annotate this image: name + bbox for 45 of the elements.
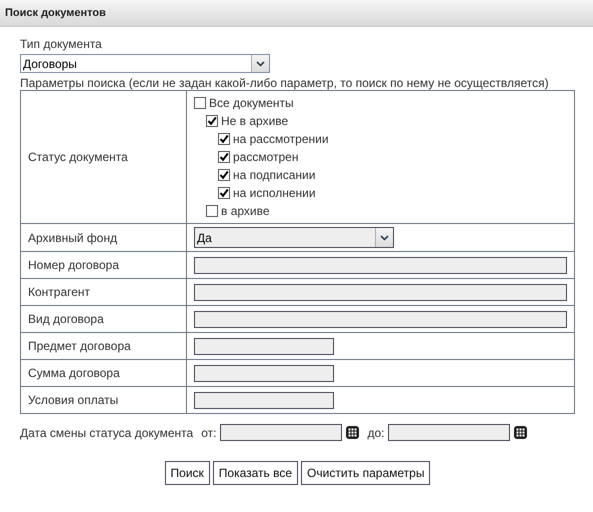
input-field[interactable]	[194, 256, 567, 274]
window-header: Поиск документов	[0, 0, 593, 27]
checkbox[interactable]	[194, 97, 206, 109]
checkbox-label: Не в архиве	[221, 114, 288, 128]
checkbox[interactable]	[218, 133, 230, 145]
date-input-field[interactable]	[388, 424, 510, 441]
calendar-icon[interactable]	[514, 426, 528, 439]
field-label: Условия оплаты	[28, 393, 118, 407]
field-label: Сумма договора	[28, 366, 120, 380]
checkbox[interactable]	[218, 187, 230, 199]
field-label: Номер договора	[28, 258, 119, 272]
checkbox-label: рассмотрен	[233, 150, 298, 164]
checkbox-label: в архиве	[221, 204, 270, 218]
field-label: Контрагент	[28, 285, 90, 299]
field-label: до:	[367, 426, 384, 440]
date-input-field[interactable]	[220, 424, 342, 441]
input-field[interactable]	[194, 338, 334, 354]
caret-icon	[256, 60, 265, 66]
field-label: Вид договора	[28, 312, 104, 326]
document-type-dropdown[interactable]: Договоры	[20, 54, 270, 73]
calendar-icon[interactable]	[346, 426, 360, 439]
checkbox-label: на подписании	[233, 168, 316, 182]
field-label: от:	[201, 426, 216, 440]
field-label: Архивный фонд	[28, 230, 118, 244]
input-field[interactable]	[194, 310, 567, 328]
checkbox[interactable]	[206, 205, 218, 217]
field-label: Дата смены статуса документа	[20, 426, 194, 440]
field-label: Предмет договора	[28, 339, 131, 353]
field-label: Тип документа	[20, 37, 103, 51]
action-button[interactable]: Очистить параметры	[301, 461, 430, 485]
checkbox[interactable]	[218, 169, 230, 181]
checkbox[interactable]	[218, 151, 230, 163]
field-label: Статус документа	[28, 150, 128, 164]
search-hint-text: Параметры поиска (если не задан какой-либо параметр, то поиск по нему не осуществляется)	[20, 76, 550, 90]
action-button[interactable]: Показать все	[212, 461, 298, 485]
checkbox-label: на исполнении	[233, 186, 316, 200]
checkbox[interactable]	[206, 115, 218, 127]
action-button[interactable]: Поиск	[164, 461, 210, 485]
checkbox-label: на рассмотрении	[233, 132, 329, 146]
input-field[interactable]	[194, 392, 334, 408]
caret-icon	[380, 234, 389, 240]
input-field[interactable]	[194, 284, 567, 300]
checkbox-label: Все документы	[209, 96, 294, 110]
input-field[interactable]	[194, 364, 334, 382]
archive-dropdown[interactable]: Да	[194, 227, 394, 248]
